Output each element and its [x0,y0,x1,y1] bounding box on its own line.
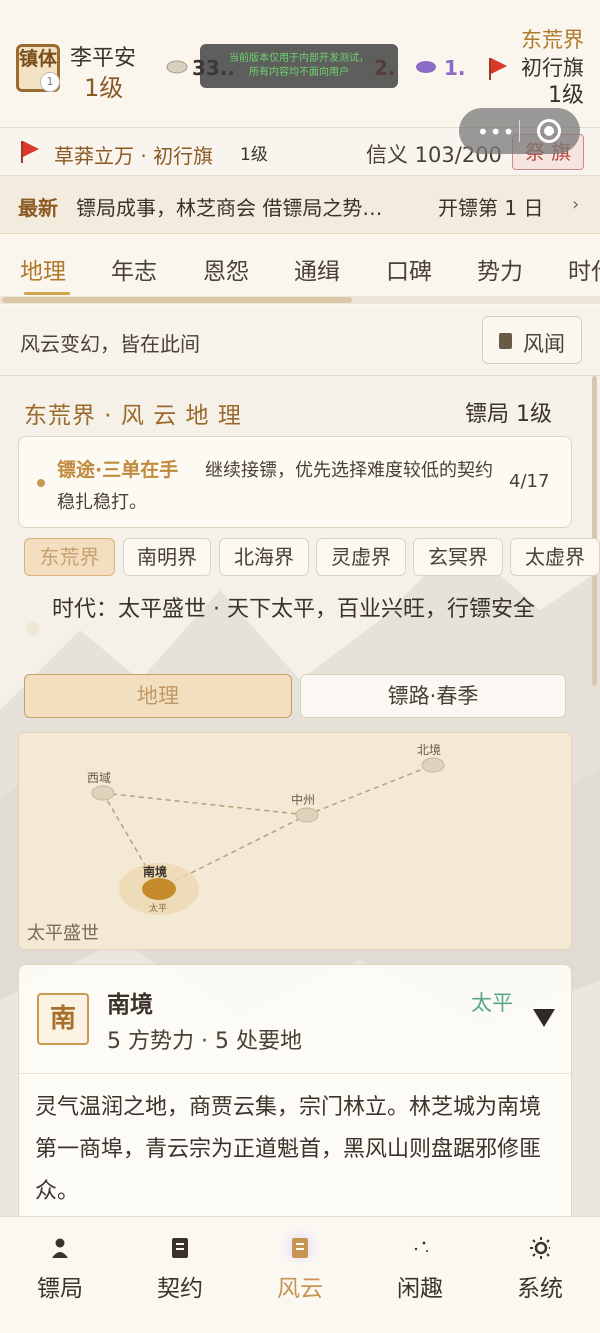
map-label-north: 北境 [417,743,442,757]
banner-name: 初行旗 [521,56,584,80]
map-canvas [91,757,445,915]
quest-tip-card[interactable]: 继续接镖，优先选择难度较低的契约稳扎稳打。 镖途·三单在手 4/17 [18,436,572,528]
tab-factions[interactable]: 势力 [477,252,523,286]
segment-escort-routes[interactable]: 镖路·春季 [300,674,566,718]
toast-line: 所有内容均不面向用户 [249,67,349,78]
flag-icon [18,139,40,163]
close-miniapp-icon[interactable] [537,119,561,143]
day-counter: 开镖第 1 日 [438,196,544,220]
more-menu-icon[interactable]: ••• [477,120,515,144]
map-label-central: 中州 [291,793,316,807]
era-description: 时代：太平盛世 · 天下太平，百业兴旺，行镖安全 [52,597,535,622]
map-route [306,764,434,816]
region-seal: 南 [37,993,89,1045]
cloud-coin-icon [166,60,188,74]
region-map[interactable]: 西域 中州 北境 南境 太平 太平盛世 [18,732,572,950]
news-tag: 最新 [18,196,58,220]
seal-badge: 1 [40,72,60,92]
sparkle-icon [414,1241,428,1252]
map-era-label: 太平盛世 [27,923,99,944]
region-name: 南境 [107,992,153,1018]
nav-agency[interactable]: 镖局 [0,1217,120,1333]
escort-agency-level: 镖局 1级 [465,402,552,427]
nav-label: 镖局 [37,1276,83,1302]
rumors-button-label: 风闻 [523,332,565,356]
section-subheader: 风云变幻，皆在此间 风闻 [0,306,600,376]
section-tagline: 风云变幻，皆在此间 [20,332,200,356]
miniapp-capsule: ••• [459,108,580,154]
contract-book-icon [172,1238,188,1258]
nav-label: 系统 [517,1276,563,1302]
tip-progress: 4/17 [509,471,550,492]
realm-badge[interactable]: 东荒界 初行旗 1级 [521,26,584,110]
nav-label: 闲趣 [397,1276,443,1302]
realm-chip-beihai[interactable]: 北海界 [219,538,309,576]
rumors-button[interactable]: 风闻 [482,316,582,364]
tip-title: 镖途·三单在手 [57,459,179,481]
region-status: 太平 [471,991,513,1015]
collapse-triangle-icon[interactable] [533,1009,555,1027]
realm-chip-nanming[interactable]: 南明界 [123,538,211,576]
map-node-south [142,878,176,900]
purple-cloud-icon [416,61,436,73]
toast-line: 当前版本仅用于内部开发测试， [229,53,369,64]
map-node-central [295,807,319,823]
divider [19,1073,571,1074]
map-route [102,792,308,816]
era-bullet [26,622,40,636]
active-tab-indicator [24,292,70,295]
realm-geography-title: 东荒界 · 风 云 地 理 [24,403,242,429]
flag-icon [486,56,508,80]
player-level: 1级 [84,74,124,102]
segment-geography[interactable]: 地理 [24,674,292,718]
news-text: 镖局成事，林芝商会 借镖局之势… [76,196,383,220]
dev-toast: 当前版本仅用于内部开发测试， 所有内容均不面向用户 [200,44,398,88]
news-ticker[interactable]: 最新 镖局成事，林芝商会 借镖局之势… 开镖第 1 日 › [0,176,600,234]
resource-value: 1. [444,56,466,80]
tab-wanted[interactable]: 通缉 [294,252,340,286]
region-summary: 5 方势力 · 5 处要地 [107,1029,302,1054]
nav-contracts[interactable]: 契约 [120,1217,240,1333]
tab-reputation[interactable]: 口碑 [386,252,432,286]
nav-world[interactable]: 风云 [240,1217,360,1333]
nav-leisure[interactable]: 闲趣 [360,1217,480,1333]
map-label-west: 西域 [87,771,112,785]
tab-geography[interactable]: 地理 [20,252,66,286]
chevron-right-icon[interactable]: › [572,194,579,215]
map-label-south: 南境 [143,865,168,879]
person-icon [52,1238,68,1258]
map-node-north [421,757,445,773]
bottom-nav: 镖局 契约 风云 闲趣 系统 [0,1216,600,1333]
tab-grudges[interactable]: 恩怨 [203,252,249,286]
region-description: 灵气温润之地，商贾云集，宗门林立。林芝城为南境第一商埠，青云宗为正道魁首，黑风山… [35,1095,542,1204]
banner-title: 草莽立万 · 初行旗 [54,144,214,168]
nav-system[interactable]: 系统 [480,1217,600,1333]
nav-label: 契约 [157,1276,203,1302]
scroll-book-icon [292,1238,308,1258]
realm-chip-donghuang[interactable]: 东荒界 [24,538,115,576]
tab-annals[interactable]: 年志 [111,252,157,286]
capsule-divider [519,120,520,142]
realm-chip-lingxu[interactable]: 灵虚界 [316,538,406,576]
map-node-status: 太平 [149,904,168,914]
content-scrollbar[interactable] [592,376,597,686]
banner-level: 1级 [548,83,584,108]
realm-chip-xuanming[interactable]: 玄冥界 [413,538,503,576]
tab-scrollbar-thumb[interactable] [2,297,352,303]
gear-sun-icon [530,1237,550,1259]
tip-bullet [37,479,45,487]
nav-label: 风云 [277,1276,323,1302]
book-icon [499,333,512,349]
realm-name: 东荒界 [521,28,584,52]
map-node-west [91,785,115,801]
banner-level: 1级 [240,145,268,165]
tab-era[interactable]: 时代 [568,252,600,286]
region-detail-card[interactable]: 南 南境 5 方势力 · 5 处要地 太平 灵气温润之地，商贾云集，宗门林立。林… [18,964,572,1254]
realm-chip-taixu[interactable]: 太虚界 [510,538,600,576]
